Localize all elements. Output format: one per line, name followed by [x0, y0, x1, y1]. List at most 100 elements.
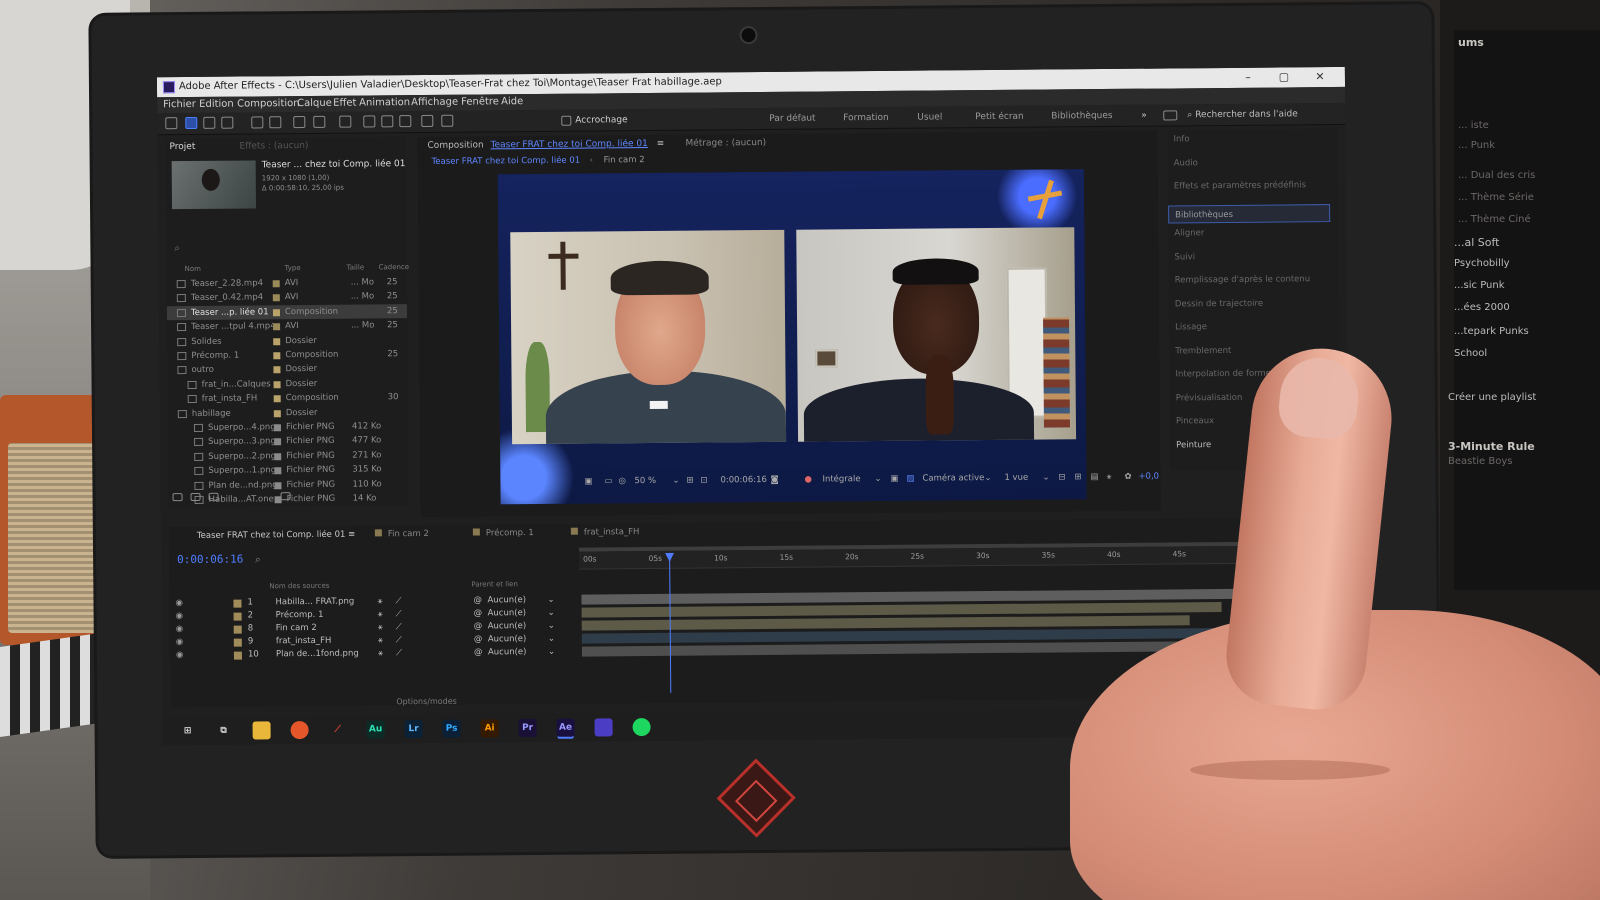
shy-switch-icon[interactable]: ⚹	[378, 608, 383, 621]
panel-item[interactable]: Dessin de trajectoire	[1175, 298, 1263, 309]
pick-whip-icon[interactable]: @	[474, 620, 483, 633]
text-tool-icon[interactable]	[339, 115, 352, 128]
region-icon[interactable]: ⊡	[700, 476, 707, 486]
pick-whip-icon[interactable]: @	[474, 633, 483, 646]
project-item[interactable]: Teaser ...p. liée 01 Composition 25	[166, 303, 408, 321]
project-search-icon[interactable]: ⌕	[174, 243, 180, 254]
col-rate[interactable]: Cadence	[379, 263, 410, 271]
camera-dropdown-icon[interactable]: ⌄	[984, 473, 991, 483]
always-preview-icon[interactable]: ▣	[584, 477, 592, 487]
label-swatch[interactable]	[273, 409, 281, 417]
parent-select[interactable]: Aucun(e)	[487, 594, 526, 607]
shy-switch-icon[interactable]: ⚹	[378, 647, 383, 660]
orbit-tool-icon[interactable]	[251, 116, 264, 129]
puppet-pin-icon[interactable]	[441, 114, 454, 127]
task-view-icon[interactable]: ⧉	[215, 722, 233, 740]
project-item[interactable]: Superpo...4.png Fichier PNG 412 Ko	[168, 419, 408, 435]
project-item[interactable]: Superpo...3.png Fichier PNG 477 Ko	[168, 434, 408, 450]
menu-fichier[interactable]: Fichier	[163, 97, 196, 113]
panel-item[interactable]: Lissage	[1175, 322, 1207, 332]
timeline-tab-fin-cam[interactable]: Fin cam 2	[374, 529, 429, 539]
workspace-usuel[interactable]: Usuel	[917, 106, 942, 128]
project-item[interactable]: Teaser ...tpul 4.mp4 AVI ... Mo 25	[167, 318, 407, 334]
options-modes[interactable]: Options/modes	[396, 697, 456, 707]
label-swatch[interactable]	[274, 438, 282, 446]
timeline-tab-frat-insta[interactable]: frat_insta_FH	[570, 527, 639, 538]
shy-switch-icon[interactable]: ⚹	[378, 621, 383, 634]
panel-item[interactable]: Aligner	[1174, 228, 1204, 238]
quality-switch-icon[interactable]: ⟋	[396, 647, 402, 660]
label-swatch[interactable]	[274, 453, 282, 461]
tab-project[interactable]: Projet	[169, 141, 195, 153]
project-item[interactable]: Teaser_0.42.mp4 AVI ... Mo 25	[167, 290, 407, 306]
viewer-timecode[interactable]: 0:00:06:16	[720, 475, 767, 485]
project-item[interactable]: frat_in...Calques Dossier	[168, 376, 408, 392]
zoom-tool-icon[interactable]	[221, 116, 234, 129]
breadcrumb-fin-cam[interactable]: Fin cam 2	[604, 155, 645, 165]
visibility-eye-icon[interactable]: ◉	[176, 623, 184, 636]
roto-brush-icon[interactable]	[421, 114, 434, 127]
parent-dropdown-icon[interactable]: ⌄	[548, 633, 555, 646]
pick-whip-icon[interactable]: @	[474, 607, 483, 620]
label-swatch[interactable]	[273, 323, 281, 331]
layer-label-swatch[interactable]	[233, 625, 242, 634]
project-item[interactable]: Teaser_2.28.mp4 AVI ... Mo 25	[167, 275, 407, 291]
label-swatch[interactable]	[273, 337, 281, 345]
menu-composition[interactable]: Composition	[237, 96, 300, 113]
layer-label-swatch[interactable]	[233, 612, 242, 621]
label-swatch[interactable]	[272, 280, 280, 288]
resolution-dropdown-icon[interactable]: ⌄	[874, 474, 881, 484]
layer-label-swatch[interactable]	[233, 651, 242, 660]
timeline-timecode[interactable]: 0:00:06:16	[177, 553, 243, 567]
rectangle-tool-icon[interactable]	[293, 116, 306, 129]
windows-icon[interactable]: ⊞	[179, 722, 197, 740]
panel-item[interactable]: Info	[1173, 134, 1189, 144]
label-swatch[interactable]	[274, 467, 282, 475]
label-swatch[interactable]	[273, 424, 281, 432]
col-name[interactable]: Nom	[185, 265, 201, 273]
visibility-eye-icon[interactable]: ◉	[176, 636, 184, 649]
spotify-icon[interactable]	[632, 718, 651, 737]
home-icon[interactable]	[165, 117, 178, 130]
minimize-icon[interactable]: –	[1233, 68, 1263, 88]
parent-dropdown-icon[interactable]: ⌄	[548, 607, 555, 620]
monitor-icon[interactable]: ▭	[604, 476, 612, 486]
new-folder-icon[interactable]	[190, 492, 201, 502]
timeline-tab-precomp[interactable]: Précomp. 1	[472, 528, 534, 539]
photoshop-icon[interactable]: Ps	[442, 719, 461, 738]
panel-item[interactable]: Bibliothèques	[1168, 203, 1331, 223]
parent-dropdown-icon[interactable]: ⌄	[548, 646, 555, 659]
parent-select[interactable]: Aucun(e)	[488, 633, 527, 646]
interpret-footage-icon[interactable]	[172, 493, 183, 502]
views-select[interactable]: 1 vue	[1004, 473, 1028, 483]
project-item[interactable]: Superpo...2.png Fichier PNG 271 Ko	[168, 448, 408, 464]
acrobat-icon[interactable]: ⟋	[329, 721, 347, 739]
selection-tool-icon[interactable]	[185, 116, 198, 130]
after-effects-icon[interactable]: Ae	[556, 718, 575, 737]
label-swatch[interactable]	[274, 481, 282, 489]
panel-item[interactable]: Audio	[1174, 158, 1198, 168]
layer-label-swatch[interactable]	[233, 599, 242, 608]
close-icon[interactable]: ✕	[1305, 67, 1335, 87]
workspace-small-screen[interactable]: Petit écran	[975, 106, 1024, 128]
shy-switch-icon[interactable]: ⚹	[378, 634, 383, 647]
label-swatch[interactable]	[273, 366, 281, 374]
pick-whip-icon[interactable]: @	[474, 646, 483, 659]
quality-switch-icon[interactable]: ⟋	[396, 621, 402, 634]
menu-affichage[interactable]: Affichage	[411, 95, 458, 111]
col-parent[interactable]: Parent et lien	[471, 580, 518, 588]
menu-aide[interactable]: Aide	[501, 94, 523, 110]
menu-calque[interactable]: Calque	[297, 96, 332, 112]
workspace-libraries[interactable]: Bibliothèques	[1051, 105, 1113, 128]
pen-tool-icon[interactable]	[313, 115, 326, 128]
pan-behind-tool-icon[interactable]	[269, 116, 282, 129]
transparency-grid-icon[interactable]: ▨	[906, 474, 914, 484]
project-item[interactable]: habillage Dossier	[168, 405, 408, 421]
quality-switch-icon[interactable]: ⟋	[396, 634, 402, 647]
col-size[interactable]: Taille	[347, 263, 365, 271]
menu-edition[interactable]: Edition	[199, 97, 234, 113]
audition-icon[interactable]: Au	[366, 720, 385, 739]
project-item[interactable]: Solides Dossier	[167, 333, 407, 349]
tab-composition[interactable]: Composition Teaser FRAT chez toi Comp. l…	[427, 139, 664, 151]
comp-canvas[interactable]	[497, 169, 1087, 505]
